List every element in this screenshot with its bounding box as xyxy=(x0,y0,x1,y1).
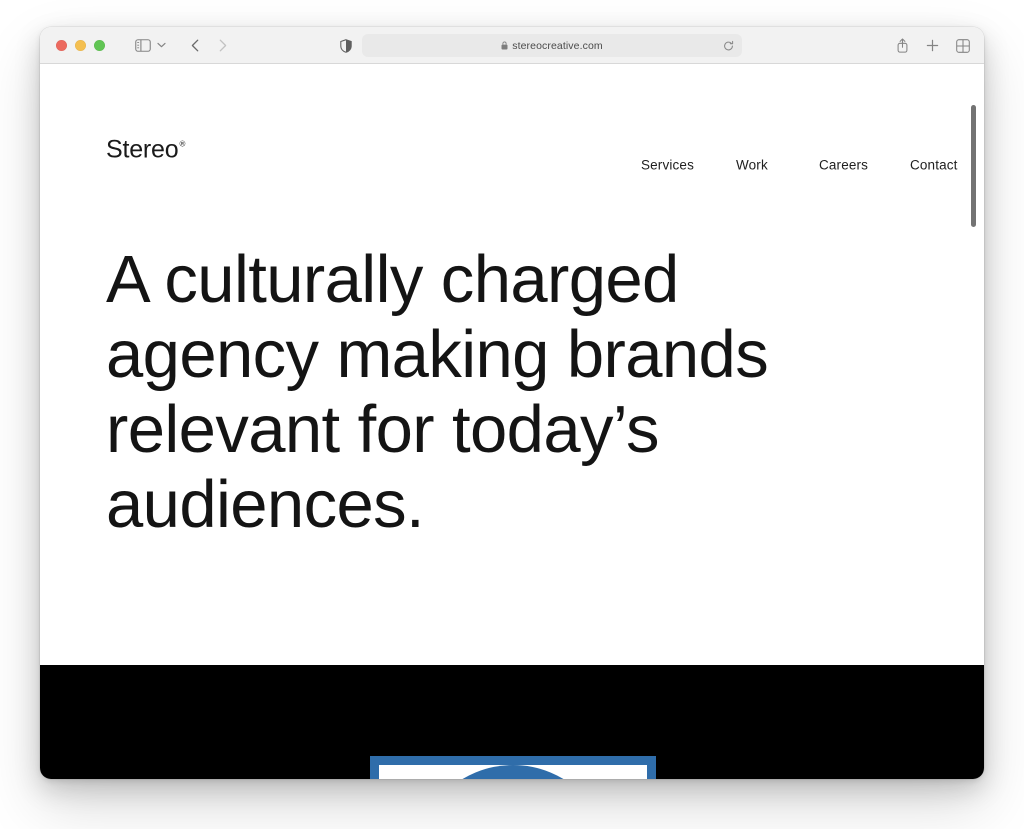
lock-icon xyxy=(501,37,508,55)
artwork-frame[interactable] xyxy=(370,756,656,779)
privacy-shield-icon xyxy=(336,34,356,58)
sidebar-icon[interactable] xyxy=(133,33,153,57)
screenshot-stage: stereocreative.com Stereo® Services Work… xyxy=(0,0,1024,829)
nav-link-services[interactable]: Services xyxy=(641,158,736,173)
artwork-image xyxy=(379,765,647,779)
hero-headline: A culturally charged agency making brand… xyxy=(106,242,769,542)
browser-toolbar: stereocreative.com xyxy=(40,27,984,64)
url-text: stereocreative.com xyxy=(512,39,603,52)
scrollbar-thumb[interactable] xyxy=(971,105,976,227)
site-header: Stereo® Services Work Careers Contact xyxy=(40,64,984,173)
portrait-hair xyxy=(461,771,565,779)
url-display: stereocreative.com xyxy=(501,37,603,55)
forward-button[interactable] xyxy=(213,33,233,57)
logo-registered-mark: ® xyxy=(179,139,186,149)
minimize-window-button[interactable] xyxy=(75,39,86,51)
new-tab-button[interactable] xyxy=(926,34,939,58)
site-logo[interactable]: Stereo® xyxy=(106,135,186,164)
tab-overview-button[interactable] xyxy=(956,34,970,58)
logo-text: Stereo xyxy=(106,135,179,164)
site-navigation: Services Work Careers Contact xyxy=(641,158,958,173)
back-button[interactable] xyxy=(185,33,205,57)
web-page-content: Stereo® Services Work Careers Contact A … xyxy=(40,64,984,779)
reload-icon[interactable] xyxy=(723,40,734,51)
share-icon[interactable] xyxy=(896,34,909,58)
chevron-down-icon[interactable] xyxy=(153,33,169,57)
nav-link-careers[interactable]: Careers xyxy=(819,158,910,173)
maximize-window-button[interactable] xyxy=(94,39,105,51)
nav-link-work[interactable]: Work xyxy=(736,158,819,173)
url-field[interactable]: stereocreative.com xyxy=(362,34,742,57)
hero-section: A culturally charged agency making brand… xyxy=(106,242,906,542)
close-window-button[interactable] xyxy=(56,39,67,51)
address-bar[interactable]: stereocreative.com xyxy=(362,34,742,57)
dark-showcase-section xyxy=(40,665,984,779)
toolbar-left-controls xyxy=(105,33,233,57)
privacy-report-button[interactable] xyxy=(336,34,356,57)
nav-link-contact[interactable]: Contact xyxy=(910,158,958,173)
browser-window: stereocreative.com Stereo® Services Work… xyxy=(40,27,984,779)
page-scrollbar[interactable] xyxy=(969,101,978,779)
toolbar-right-controls xyxy=(896,27,970,64)
window-controls xyxy=(56,39,105,51)
